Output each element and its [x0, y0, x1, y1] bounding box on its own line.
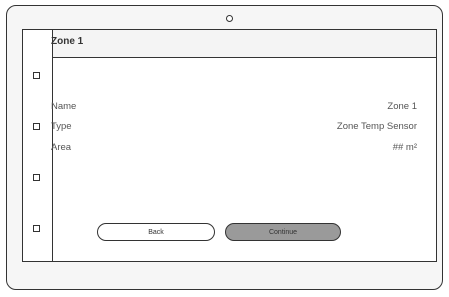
header-bar — [53, 30, 436, 58]
field-label-type: Type — [51, 121, 72, 132]
back-button[interactable]: Back — [97, 223, 215, 241]
page-title: Zone 1 — [51, 36, 84, 47]
sidebar-button-1-icon[interactable] — [33, 72, 40, 79]
sidebar-button-2-icon[interactable] — [33, 123, 40, 130]
sidebar-button-4-icon[interactable] — [33, 225, 40, 232]
sidebar-button-3-icon[interactable] — [33, 174, 40, 181]
continue-button[interactable]: Continue — [225, 223, 341, 241]
field-value-name: Zone 1 — [387, 101, 417, 112]
field-value-area: ## m² — [392, 142, 417, 153]
camera-icon — [226, 15, 233, 22]
field-label-area: Area — [51, 142, 72, 153]
field-label-name: Name — [51, 101, 77, 112]
sidebar — [23, 30, 53, 261]
field-value-type: Zone Temp Sensor — [336, 121, 417, 132]
